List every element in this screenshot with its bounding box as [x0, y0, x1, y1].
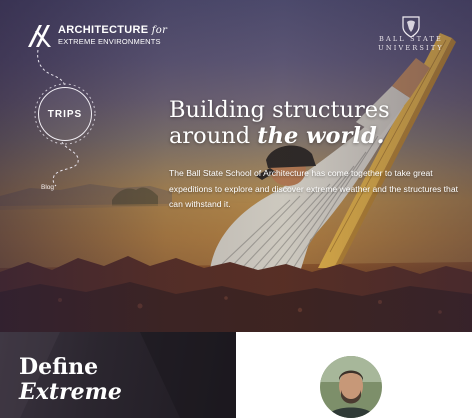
ae-logo-icon — [28, 25, 51, 47]
university-logo[interactable]: BALL STATE UNIVERSITY — [370, 15, 452, 53]
logo-line2: EXTREME ENVIRONMENTS — [58, 36, 161, 46]
site-logo[interactable]: ARCHITECTURE for EXTREME ENVIRONMENTS — [26, 22, 167, 48]
logo-line1: ARCHITECTURE for — [58, 23, 168, 36]
define-line1: Define — [19, 354, 99, 380]
headline-line2-em: the world. — [257, 123, 385, 149]
define-line2: Extreme — [19, 379, 122, 405]
headline-line1: Building structures — [169, 97, 390, 123]
university-name: BALL STATE UNIVERSITY — [378, 35, 444, 52]
blog-nav-link[interactable]: Blog — [41, 184, 54, 191]
trips-nav-button[interactable]: TRIPS — [38, 87, 92, 141]
logo-wordmark: ARCHITECTURE for EXTREME ENVIRONMENTS — [58, 23, 168, 46]
avatar-photo — [320, 356, 382, 418]
define-extreme-heading: Define Extreme — [19, 355, 122, 405]
hero-headline: Building structures around the world. — [169, 97, 390, 149]
logo-for: for — [151, 24, 168, 36]
headline-line2-pre: around — [169, 123, 258, 149]
hero-intro-text: The Ball State School of Architecture ha… — [169, 168, 459, 209]
avatar[interactable] — [320, 356, 382, 418]
